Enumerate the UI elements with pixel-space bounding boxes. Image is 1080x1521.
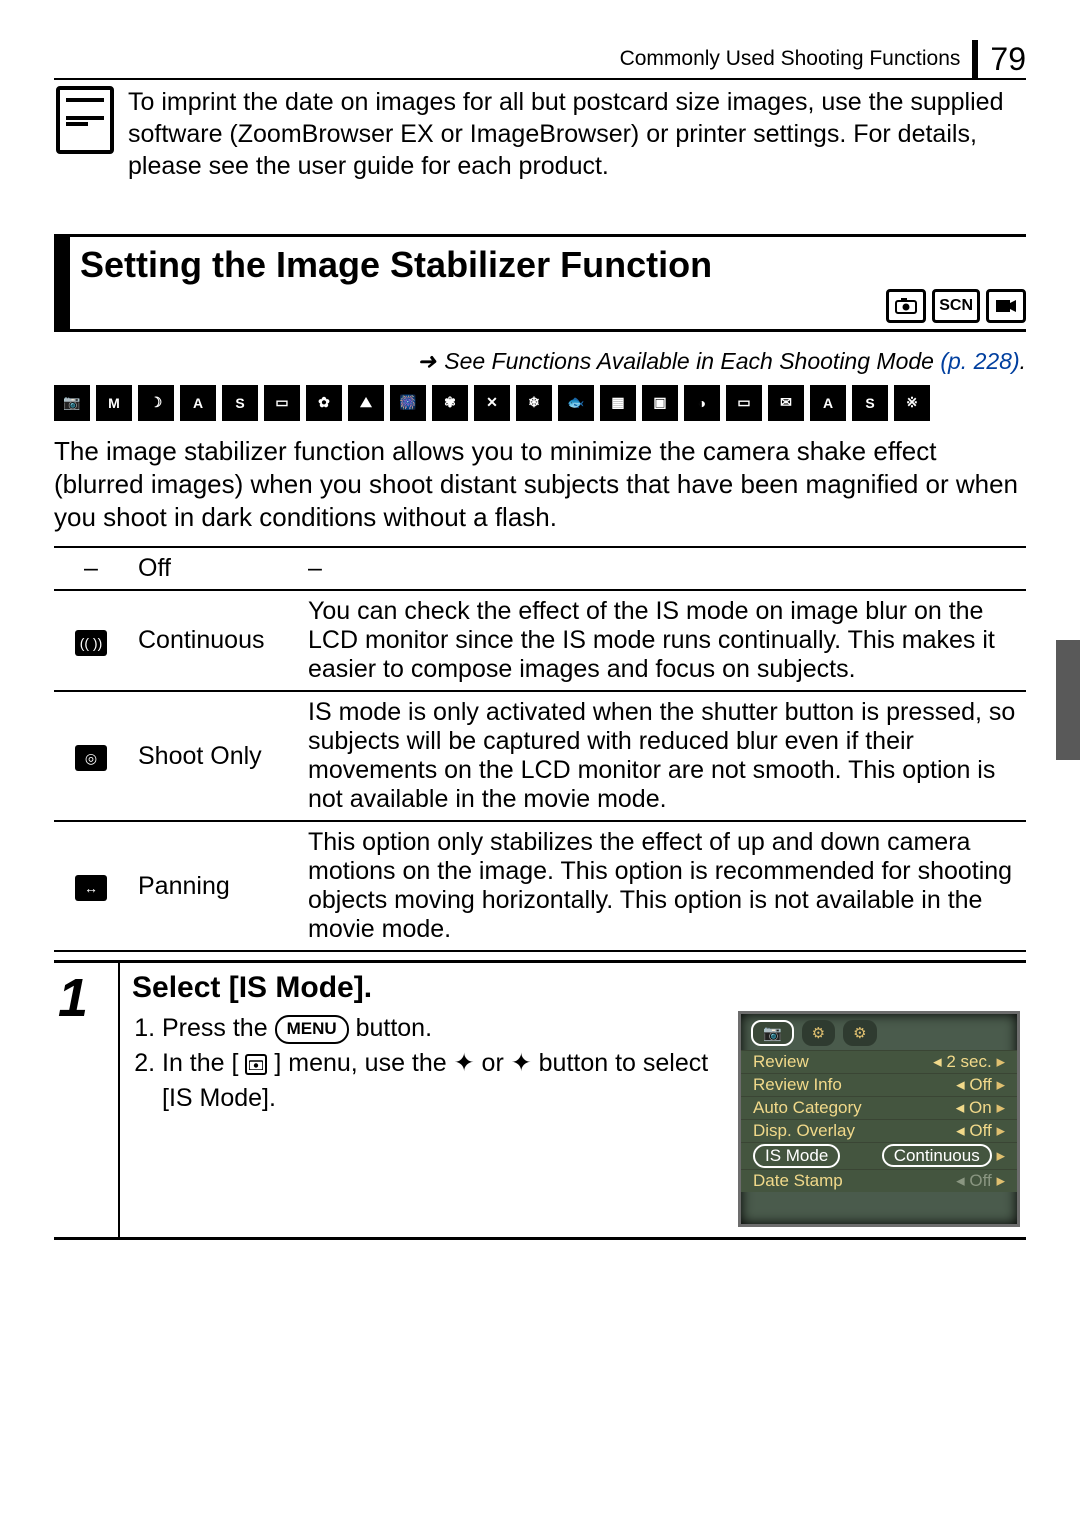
step-instructions: Press the MENU button. In the [ ] menu, … [136,1011,720,1116]
is-mode-label: Off [128,547,298,590]
lcd-value: Off [956,1075,992,1094]
cross-reference: ➜ See Functions Available in Each Shooti… [54,348,1026,375]
lcd-tab-camera: 📷 [751,1020,794,1046]
is-panning-icon: ↔ [75,875,107,901]
lcd-label: Review [753,1052,809,1072]
lcd-value: 2 sec. [933,1052,992,1071]
section-title: Setting the Image Stabilizer Function [80,245,1026,285]
table-row: (( )) Continuous You can check the effec… [54,590,1026,691]
mode-icon: ✾ [432,385,468,421]
document-icon [56,86,114,154]
table-row: – Off – [54,547,1026,590]
body-paragraph: The image stabilizer function allows you… [54,435,1026,535]
xref-dot: . [1020,348,1026,374]
is-mode-desc: You can check the effect of the IS mode … [298,590,1026,691]
step-number: 1 [54,963,120,1237]
lcd-label: Auto Category [753,1098,862,1118]
lcd-menu-row: Date Stamp Off ▸ [741,1169,1017,1192]
is-mode-desc: IS mode is only activated when the shutt… [298,691,1026,821]
table-row: ↔ Panning This option only stabilizes th… [54,821,1026,951]
xref-link[interactable]: (p. 228) [940,348,1019,374]
mode-icon: 🎆 [390,385,426,421]
lcd-screenshot: 📷 ⚙ ⚙ Review 2 sec. ▸ Review Info Off ▸ … [738,1011,1020,1227]
instruction-text: Press the [162,1014,275,1042]
mode-icon: S [852,385,888,421]
is-mode-label: Continuous [128,590,298,691]
is-mode-table: – Off – (( )) Continuous You can check t… [54,546,1026,952]
manual-page: Commonly Used Shooting Functions 79 To i… [0,0,1080,1521]
lcd-value: On [956,1098,992,1117]
instruction-text: button. [356,1014,432,1042]
lcd-value: Off [956,1171,992,1190]
is-mode-label: Shoot Only [128,691,298,821]
down-arrow-icon: ✦ [511,1049,532,1077]
lcd-label: Date Stamp [753,1171,843,1191]
page-number: 79 [990,41,1026,78]
step-title: Select [IS Mode]. [132,971,1020,1005]
mode-icon: ✕ [474,385,510,421]
mode-icon: ◑ [684,385,720,421]
mode-icon: ▦ [600,385,636,421]
mode-icon: ▭ [264,385,300,421]
mode-icon: ⛰ [348,385,384,421]
mode-icon: ▣ [642,385,678,421]
instruction-text: ] menu, use the [274,1049,453,1077]
movie-mode-icon [986,289,1026,323]
lcd-label-selected: IS Mode [753,1144,840,1168]
arrow-icon: ➜ [417,348,436,375]
table-row: ◎ Shoot Only IS mode is only activated w… [54,691,1026,821]
page-header: Commonly Used Shooting Functions 79 [54,40,1026,78]
is-shoot-only-icon: ◎ [75,745,107,771]
note-block: To imprint the date on images for all bu… [54,78,1026,194]
section-bar [54,237,70,329]
lcd-menu-row: Review Info Off ▸ [741,1073,1017,1096]
is-mode-desc: This option only stabilizes the effect o… [298,821,1026,951]
lcd-label: Review Info [753,1075,842,1095]
camera-mode-icon [886,289,926,323]
mode-icon: 📷 [54,385,90,421]
instruction-text: In the [ [162,1049,238,1077]
mode-icon: ☽ [138,385,174,421]
mode-icon: A [810,385,846,421]
menu-button-icon: MENU [275,1015,349,1044]
note-text: To imprint the date on images for all bu… [128,86,1024,182]
lcd-value: Off [956,1121,992,1140]
mode-badges: SCN [80,289,1026,323]
lcd-menu-row: Auto Category On ▸ [741,1096,1017,1119]
mode-icon: ▭ [726,385,762,421]
is-mode-desc: – [298,547,1026,590]
step-block: 1 Select [IS Mode]. Press the MENU butto… [54,960,1026,1240]
xref-text: See Functions Available in Each Shooting… [444,348,934,374]
section-heading: Setting the Image Stabilizer Function SC… [54,234,1026,332]
lcd-tab-user: ⚙ [843,1020,876,1046]
header-separator [972,40,978,78]
mode-icon: A [180,385,216,421]
mode-icon: ✿ [306,385,342,421]
lcd-menu-row: Disp. Overlay Off ▸ [741,1119,1017,1142]
mode-icon: 🐟 [558,385,594,421]
lcd-tab-tools: ⚙ [802,1020,835,1046]
scn-mode-icon: SCN [932,289,980,323]
instruction-text: or [482,1049,511,1077]
page-edge-thumb-tab [1056,640,1080,760]
lcd-label: Disp. Overlay [753,1121,855,1141]
mode-icon-strip: 📷 M ☽ A S ▭ ✿ ⛰ 🎆 ✾ ✕ ❄ 🐟 ▦ ▣ ◑ ▭ ✉ A S … [54,385,1026,421]
is-off-icon: – [54,547,128,590]
up-arrow-icon: ✦ [454,1049,475,1077]
lcd-tab-row: 📷 ⚙ ⚙ [741,1014,1017,1050]
header-title: Commonly Used Shooting Functions [620,47,961,71]
lcd-menu-row: Review 2 sec. ▸ [741,1050,1017,1073]
mode-icon: M [96,385,132,421]
lcd-value-selected: Continuous [882,1144,992,1167]
is-continuous-icon: (( )) [75,630,107,656]
mode-icon: ❄ [516,385,552,421]
camera-tab-icon [245,1054,267,1075]
mode-icon: S [222,385,258,421]
is-mode-label: Panning [128,821,298,951]
lcd-menu-row-selected: IS Mode Continuous ▸ [741,1142,1017,1169]
mode-icon: ※ [894,385,930,421]
mode-icon: ✉ [768,385,804,421]
